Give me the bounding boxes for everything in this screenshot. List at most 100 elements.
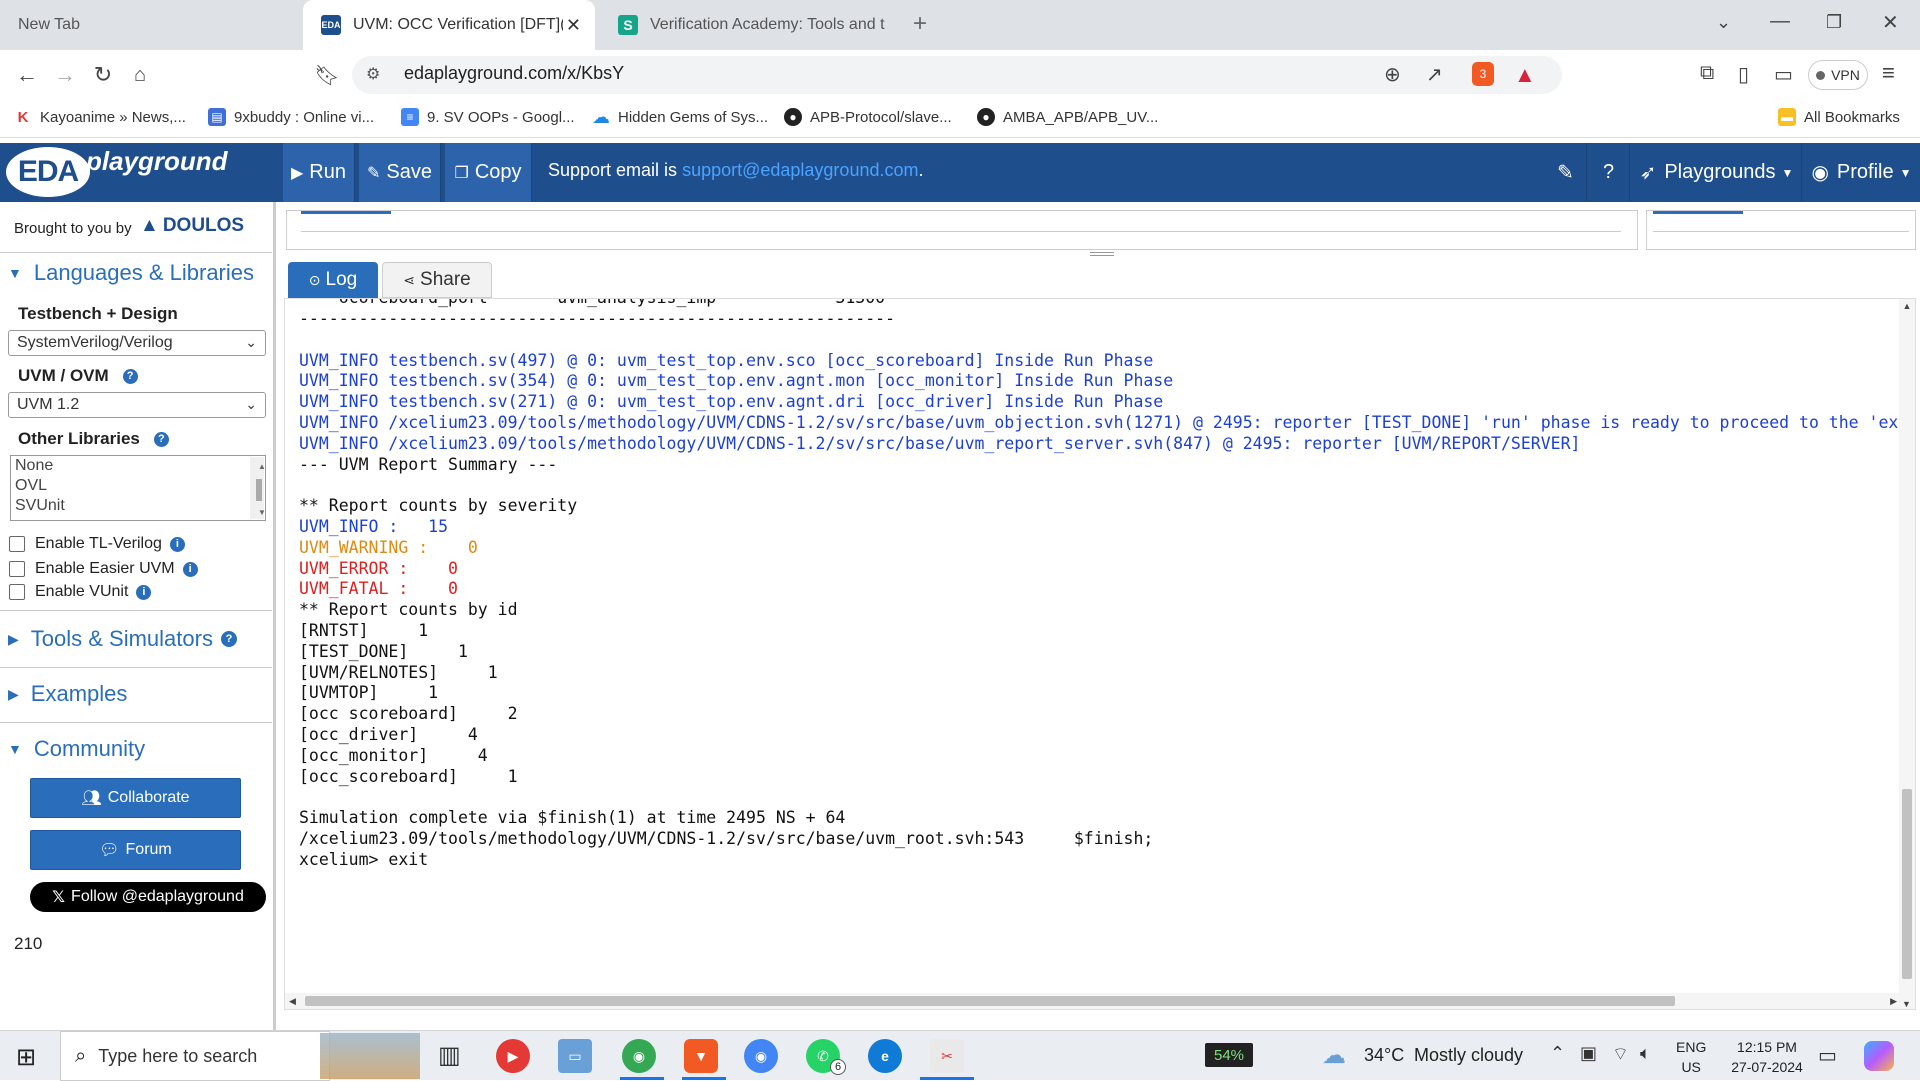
forward-icon[interactable]: → bbox=[52, 62, 78, 88]
close-tab-icon[interactable]: ✕ bbox=[566, 15, 581, 36]
list-item[interactable]: SVUnit bbox=[11, 496, 265, 516]
checkbox[interactable] bbox=[9, 584, 25, 600]
snipping-tool-icon[interactable]: ✂ bbox=[930, 1039, 964, 1073]
tab-uvm-occ[interactable]: EDA UVM: OCC Verification [DFT](3) ✕ bbox=[303, 0, 595, 50]
log-output[interactable]: ocoreboard_port uvm_analysis_imp 31300 -… bbox=[284, 298, 1916, 1010]
playgrounds-menu[interactable]: ➶ Playgrounds ▼ bbox=[1632, 143, 1802, 202]
help-circle-icon[interactable]: ? bbox=[220, 631, 237, 647]
bookmark-kayoanime[interactable]: K Kayoanime » News,... bbox=[14, 108, 186, 126]
restore-icon[interactable]: ❐ bbox=[1826, 12, 1842, 33]
libraries-listbox[interactable]: None OVL SVUnit ▲ ▼ bbox=[10, 455, 266, 521]
all-bookmarks[interactable]: ▬ All Bookmarks bbox=[1778, 108, 1900, 126]
bookmark-apb-protocol[interactable]: ● APB-Protocol/slave... bbox=[784, 108, 952, 126]
scroll-thumb[interactable] bbox=[305, 996, 1675, 1006]
task-view-icon[interactable]: ▥ bbox=[438, 1041, 461, 1070]
back-icon[interactable]: ← bbox=[14, 62, 40, 88]
notifications-icon[interactable]: ▭ bbox=[1818, 1043, 1837, 1068]
clock[interactable]: 12:15 PM 27-07-2024 bbox=[1722, 1037, 1812, 1077]
checkbox[interactable] bbox=[9, 536, 25, 552]
tab-share[interactable]: ⋖ Share bbox=[382, 262, 492, 298]
bookmark-9xbuddy[interactable]: ▤ 9xbuddy : Online vi... bbox=[208, 108, 374, 126]
doulos-logo[interactable]: ▲ DOULOS bbox=[140, 215, 244, 237]
checkbox[interactable] bbox=[9, 561, 25, 577]
tray-app-icon[interactable]: ▣ bbox=[1580, 1043, 1597, 1064]
new-tab-plus-icon[interactable]: + bbox=[913, 10, 927, 38]
bookmark-amba-apb[interactable]: ● AMBA_APB/APB_UV... bbox=[977, 108, 1158, 126]
chrome-profile-icon[interactable]: ◉ bbox=[744, 1039, 778, 1073]
resize-handle[interactable] bbox=[1090, 252, 1114, 256]
enable-vunit-checkbox[interactable]: Enable VUnit i bbox=[9, 583, 152, 601]
enable-tl-verilog-checkbox[interactable]: Enable TL-Verilog i bbox=[9, 535, 185, 553]
media-player-icon[interactable]: ▶ bbox=[496, 1039, 530, 1073]
scroll-right-arrow-icon[interactable]: ▶ bbox=[1890, 996, 1897, 1007]
windows-start-icon[interactable]: ⊞ bbox=[16, 1043, 36, 1072]
vpn-button[interactable]: VPN bbox=[1808, 60, 1868, 90]
info-icon[interactable]: i bbox=[136, 584, 152, 600]
profile-menu[interactable]: ◉ Profile ▼ bbox=[1803, 143, 1920, 202]
home-icon[interactable]: ⌂ bbox=[127, 62, 153, 88]
minimize-icon[interactable]: — bbox=[1770, 10, 1790, 33]
scroll-left-arrow-icon[interactable]: ◀ bbox=[289, 996, 296, 1007]
close-window-icon[interactable]: ✕ bbox=[1882, 10, 1899, 35]
testbench-editor-pane[interactable] bbox=[286, 210, 1638, 250]
help-circle-icon[interactable]: ? bbox=[122, 368, 138, 384]
sidebar-toggle-icon[interactable]: ▯ bbox=[1738, 62, 1749, 87]
listbox-scrollbar[interactable]: ▲ ▼ bbox=[250, 457, 266, 519]
eda-logo[interactable]: EDA bbox=[6, 147, 90, 197]
enable-easier-uvm-checkbox[interactable]: Enable Easier UVM i bbox=[9, 560, 198, 578]
menu-icon[interactable]: ≡ bbox=[1882, 60, 1895, 86]
chrome-icon[interactable]: ◉ bbox=[622, 1039, 656, 1073]
share-icon[interactable]: ↗ bbox=[1426, 62, 1443, 87]
community-header[interactable]: ▼ Community bbox=[8, 736, 145, 762]
info-icon[interactable]: i bbox=[169, 536, 185, 552]
reload-icon[interactable]: ↻ bbox=[90, 62, 116, 88]
tab-new-tab[interactable]: New Tab bbox=[0, 0, 300, 50]
taskbar-search-box[interactable]: ⌕ Type here to search bbox=[60, 1031, 330, 1081]
scroll-thumb[interactable] bbox=[1902, 789, 1912, 979]
tools-simulators-header[interactable]: ▶ Tools & Simulators? bbox=[8, 626, 237, 652]
bookmark-sv-oops[interactable]: ≡ 9. SV OOPs - Googl... bbox=[401, 108, 575, 126]
info-icon[interactable]: i bbox=[182, 561, 198, 577]
tab-verification-academy[interactable]: S Verification Academy: Tools and tra bbox=[600, 0, 890, 50]
languages-libraries-header[interactable]: ▼ Languages & Libraries bbox=[8, 260, 254, 286]
site-info-icon[interactable]: ⚙ bbox=[366, 64, 380, 84]
help-icon[interactable]: ? bbox=[1588, 143, 1630, 202]
list-item[interactable]: None bbox=[11, 456, 265, 476]
list-item[interactable]: OVL bbox=[11, 476, 265, 496]
file-explorer-icon[interactable]: ▭ bbox=[558, 1039, 592, 1073]
save-button[interactable]: ✎ Save bbox=[359, 143, 441, 202]
language-select[interactable]: SystemVerilog/Verilog ⌄ bbox=[8, 330, 266, 356]
bookmark-icon[interactable]: 🔖︎ bbox=[314, 62, 340, 88]
weather-temp[interactable]: 34°C bbox=[1364, 1045, 1404, 1066]
weather-cloud-icon[interactable]: ☁ bbox=[1322, 1041, 1346, 1070]
scroll-down-arrow-icon[interactable]: ▼ bbox=[1902, 999, 1911, 1009]
url-text[interactable]: edaplayground.com/x/KbsY bbox=[404, 63, 624, 84]
brave-rewards-icon[interactable]: ▲ bbox=[1514, 62, 1536, 88]
follow-x-button[interactable]: 𝕏 Follow @edaplayground bbox=[30, 882, 266, 912]
language-indicator[interactable]: ENG US bbox=[1676, 1037, 1706, 1077]
tab-log[interactable]: ⊙ Log bbox=[288, 262, 378, 298]
copilot-icon[interactable] bbox=[1864, 1041, 1894, 1071]
log-vertical-scrollbar[interactable]: ▲ ▼ bbox=[1899, 299, 1915, 1009]
brave-shield-icon[interactable]: 3 bbox=[1472, 62, 1494, 86]
weather-desc[interactable]: Mostly cloudy bbox=[1414, 1045, 1523, 1066]
examples-header[interactable]: ▶ Examples bbox=[8, 681, 127, 707]
bookmark-hidden-gems[interactable]: ☁ Hidden Gems of Sys... bbox=[592, 107, 768, 127]
tray-chevron-up-icon[interactable]: ⌃ bbox=[1550, 1043, 1565, 1064]
run-button[interactable]: ▶ Run bbox=[283, 143, 355, 202]
help-circle-icon[interactable]: ? bbox=[153, 431, 169, 447]
copy-button[interactable]: ❐ Copy bbox=[445, 143, 532, 202]
wallet-icon[interactable]: ▭ bbox=[1774, 62, 1793, 87]
extensions-icon[interactable]: ⧉ bbox=[1700, 62, 1714, 85]
edit-icon[interactable]: ✎ bbox=[1545, 143, 1587, 202]
tab-search-chevron-icon[interactable]: ⌄ bbox=[1716, 12, 1731, 33]
zoom-icon[interactable]: ⊕ bbox=[1384, 62, 1401, 87]
edge-icon[interactable]: e bbox=[868, 1039, 902, 1073]
wifi-icon[interactable]: ⌔ bbox=[1612, 1043, 1629, 1066]
design-editor-pane[interactable] bbox=[1646, 210, 1916, 250]
speaker-icon[interactable]: 🔈︎ bbox=[1640, 1043, 1651, 1064]
battery-meter[interactable]: 54% bbox=[1205, 1043, 1253, 1067]
log-horizontal-scrollbar[interactable]: ◀ ▶ bbox=[285, 993, 1901, 1009]
uvm-version-select[interactable]: UVM 1.2 ⌄ bbox=[8, 392, 266, 418]
brave-taskbar-icon[interactable]: ▼ bbox=[684, 1039, 718, 1073]
